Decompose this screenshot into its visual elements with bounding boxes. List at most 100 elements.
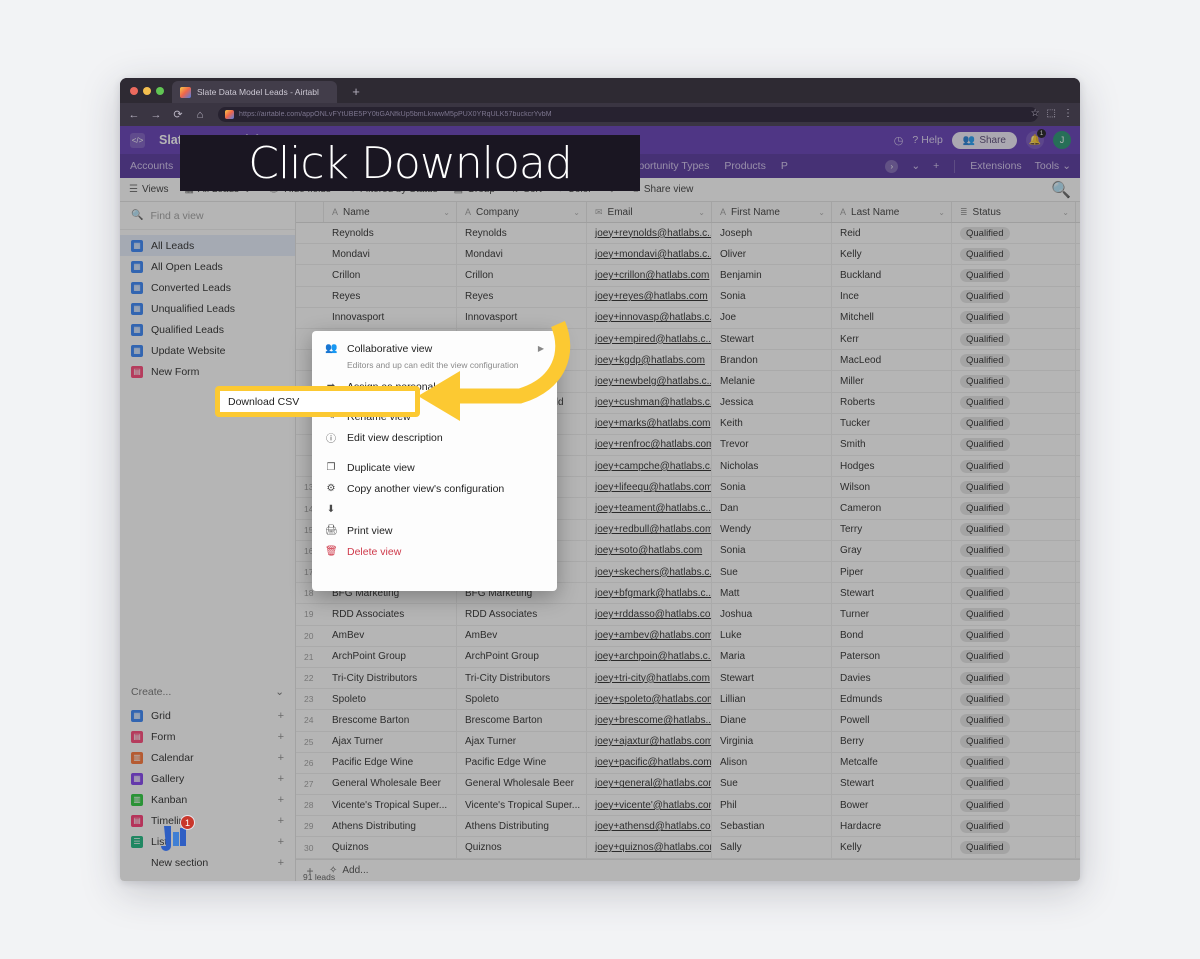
- views-toggle-button[interactable]: ☰ Views: [129, 184, 168, 195]
- cell-first-name[interactable]: Sue: [712, 774, 832, 794]
- cell-status[interactable]: Qualified: [952, 774, 1076, 794]
- cell-extra[interactable]: 6: [1076, 626, 1080, 646]
- cell-last-name[interactable]: Stewart: [832, 774, 952, 794]
- plus-icon[interactable]: +: [278, 731, 284, 743]
- cell-last-name[interactable]: Kerr: [832, 329, 952, 349]
- back-arrow-icon[interactable]: ←: [128, 109, 140, 121]
- cell-email[interactable]: joey+spoleto@hatlabs.com: [587, 689, 712, 709]
- cell-company[interactable]: Reynolds: [457, 223, 587, 243]
- cell-status[interactable]: Qualified: [952, 626, 1076, 646]
- cell-status[interactable]: Qualified: [952, 732, 1076, 752]
- cell-email[interactable]: joey+pacific@hatlabs.com: [587, 753, 712, 773]
- extensions-puzzle-icon[interactable]: ⬚: [1047, 108, 1056, 119]
- menu-item-print-view[interactable]: 🖨 Print view: [312, 520, 557, 541]
- menu-item-download-csv[interactable]: ⬇ Download CSV: [312, 499, 557, 520]
- extensions-button[interactable]: Extensions: [970, 160, 1021, 172]
- column-header-email[interactable]: ✉ Email ⌄: [587, 202, 712, 222]
- view-search-input[interactable]: 🔍 Find a view: [120, 202, 295, 230]
- cell-extra[interactable]: 6: [1076, 710, 1080, 730]
- row-number-cell[interactable]: [296, 287, 324, 307]
- table-row[interactable]: 26Pacific Edge WinePacific Edge Winejoey…: [296, 753, 1080, 774]
- table-tab-products[interactable]: Products: [724, 160, 765, 172]
- cell-extra[interactable]: 6: [1076, 435, 1080, 455]
- row-number-cell[interactable]: 19: [296, 604, 324, 624]
- window-minimize-button[interactable]: [143, 87, 151, 95]
- cell-email[interactable]: joey+renfroc@hatlabs.com: [587, 435, 712, 455]
- cell-extra[interactable]: 6: [1076, 837, 1080, 857]
- row-number-cell[interactable]: [296, 244, 324, 264]
- cell-first-name[interactable]: Alison: [712, 753, 832, 773]
- cell-company[interactable]: Mondavi: [457, 244, 587, 264]
- row-number-cell[interactable]: 29: [296, 816, 324, 836]
- cell-status[interactable]: Qualified: [952, 837, 1076, 857]
- cell-extra[interactable]: 6: [1076, 498, 1080, 518]
- cell-email[interactable]: joey+athensd@hatlabs.co...: [587, 816, 712, 836]
- table-tab-p[interactable]: P: [781, 160, 788, 172]
- cell-status[interactable]: Qualified: [952, 244, 1076, 264]
- chevron-down-icon[interactable]: ⌄: [938, 208, 945, 217]
- create-gallery-button[interactable]: ▦ Gallery +: [120, 768, 295, 789]
- cell-extra[interactable]: 6: [1076, 816, 1080, 836]
- cell-company[interactable]: Athens Distributing: [457, 816, 587, 836]
- cell-status[interactable]: Qualified: [952, 816, 1076, 836]
- cell-first-name[interactable]: Lillian: [712, 689, 832, 709]
- sidebar-view-update-website[interactable]: ▦ Update Website: [120, 340, 295, 361]
- sidebar-view-qualified-leads[interactable]: ▦ Qualified Leads: [120, 319, 295, 340]
- cell-first-name[interactable]: Brandon: [712, 350, 832, 370]
- cell-email[interactable]: joey+cushman@hatlabs.c...: [587, 393, 712, 413]
- cell-extra[interactable]: 6: [1076, 308, 1080, 328]
- cell-extra[interactable]: 6: [1076, 265, 1080, 285]
- cell-name[interactable]: Tri-City Distributors: [324, 668, 457, 688]
- cell-status[interactable]: Qualified: [952, 329, 1076, 349]
- row-number-cell[interactable]: 22: [296, 668, 324, 688]
- row-number-cell[interactable]: 23: [296, 689, 324, 709]
- cell-status[interactable]: Qualified: [952, 393, 1076, 413]
- cell-status[interactable]: Qualified: [952, 541, 1076, 561]
- cell-first-name[interactable]: Sonia: [712, 287, 832, 307]
- cell-company[interactable]: Reyes: [457, 287, 587, 307]
- cell-status[interactable]: Qualified: [952, 795, 1076, 815]
- row-number-cell[interactable]: [296, 265, 324, 285]
- cell-last-name[interactable]: Hardacre: [832, 816, 952, 836]
- cell-last-name[interactable]: Cameron: [832, 498, 952, 518]
- cell-extra[interactable]: 6: [1076, 774, 1080, 794]
- cell-last-name[interactable]: Kelly: [832, 244, 952, 264]
- cell-last-name[interactable]: Hodges: [832, 456, 952, 476]
- forward-arrow-icon[interactable]: →: [150, 109, 162, 121]
- cell-name[interactable]: ArchPoint Group: [324, 647, 457, 667]
- row-number-cell[interactable]: 27: [296, 774, 324, 794]
- cell-last-name[interactable]: Ince: [832, 287, 952, 307]
- cell-email[interactable]: joey+marks@hatlabs.com: [587, 414, 712, 434]
- cell-first-name[interactable]: Keith: [712, 414, 832, 434]
- cell-email[interactable]: joey+ajaxtur@hatlabs.com: [587, 732, 712, 752]
- table-row[interactable]: 20AmBevAmBevjoey+ambev@hatlabs.comLukeBo…: [296, 626, 1080, 647]
- cell-first-name[interactable]: Wendy: [712, 520, 832, 540]
- create-header[interactable]: Create... ⌄: [120, 679, 295, 705]
- menu-item-duplicate-view[interactable]: ❐ Duplicate view: [312, 457, 557, 478]
- cell-email[interactable]: joey+empired@hatlabs.c...: [587, 329, 712, 349]
- cell-email[interactable]: joey+ambev@hatlabs.com: [587, 626, 712, 646]
- column-header-first-name[interactable]: A First Name ⌄: [712, 202, 832, 222]
- table-row[interactable]: 21ArchPoint GroupArchPoint Groupjoey+arc…: [296, 647, 1080, 668]
- cell-first-name[interactable]: Melanie: [712, 371, 832, 391]
- cell-name[interactable]: Crillon: [324, 265, 457, 285]
- cell-extra[interactable]: 6: [1076, 393, 1080, 413]
- cell-extra[interactable]: 6: [1076, 244, 1080, 264]
- cell-extra[interactable]: 6: [1076, 732, 1080, 752]
- create-list-button[interactable]: ☰ List +: [120, 831, 295, 852]
- tools-button[interactable]: Tools ⌄: [1035, 160, 1071, 172]
- cell-email[interactable]: joey+general@hatlabs.com: [587, 774, 712, 794]
- table-row[interactable]: CrillonCrillonjoey+crillon@hatlabs.comBe…: [296, 265, 1080, 286]
- cell-extra[interactable]: 6: [1076, 647, 1080, 667]
- cell-email[interactable]: joey+archpoin@hatlabs.c...: [587, 647, 712, 667]
- plus-icon[interactable]: +: [278, 794, 284, 806]
- help-button[interactable]: ? Help: [912, 134, 942, 146]
- cell-email[interactable]: joey+newbelg@hatlabs.c...: [587, 371, 712, 391]
- more-tables-icon[interactable]: ›: [885, 160, 898, 173]
- cell-first-name[interactable]: Nicholas: [712, 456, 832, 476]
- avatar[interactable]: J: [1053, 131, 1071, 149]
- create-form-button[interactable]: ▤ Form +: [120, 726, 295, 747]
- cell-status[interactable]: Qualified: [952, 435, 1076, 455]
- cell-email[interactable]: joey+quiznos@hatlabs.com: [587, 837, 712, 857]
- cell-last-name[interactable]: Turner: [832, 604, 952, 624]
